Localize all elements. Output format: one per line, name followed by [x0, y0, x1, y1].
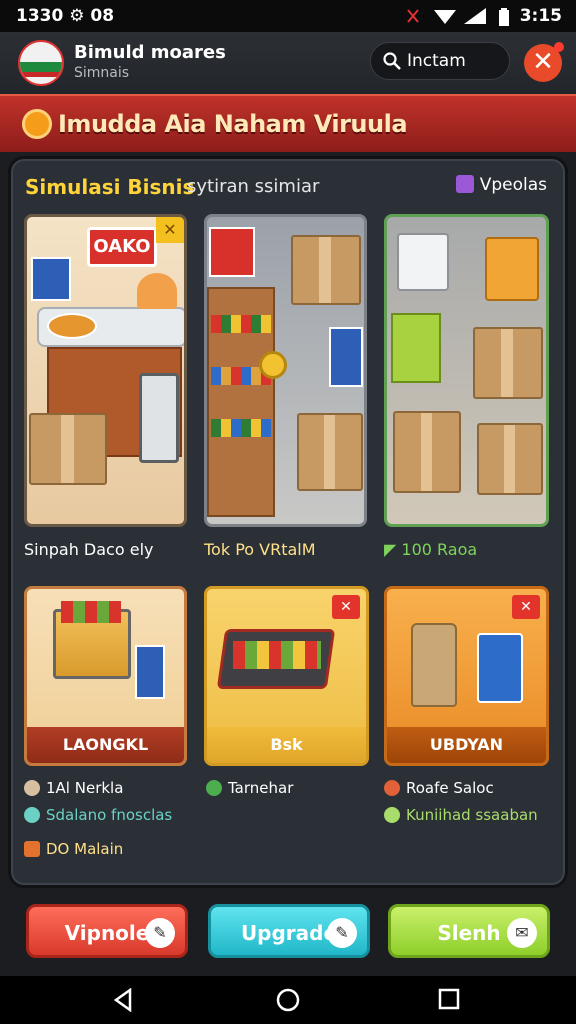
poster [329, 327, 363, 387]
edit-icon: ✎ [145, 918, 175, 948]
cardboard-box [477, 423, 543, 495]
app-subtitle: Simnais [74, 65, 130, 81]
business-card-warehouse[interactable] [384, 214, 549, 527]
app-title: Bimuld moares [74, 42, 226, 63]
mail-icon: ✉ [507, 918, 537, 948]
cereal-box [391, 313, 441, 383]
search-value: Inctam [407, 51, 466, 71]
wifi-icon [434, 10, 456, 24]
search-field[interactable]: Inctam [370, 42, 510, 80]
card-meta: Sdalano fnosclas [24, 806, 172, 824]
action-button[interactable]: Slenh ✉ [388, 904, 550, 958]
app-logo[interactable] [18, 40, 64, 86]
cube-icon [455, 175, 474, 193]
card-badge-icon[interactable]: ✕ [512, 595, 540, 619]
cardboard-box [473, 327, 543, 399]
product-bag [485, 237, 539, 301]
store-sign [209, 227, 255, 277]
card-label-store: Tok Po VRtalM [204, 540, 316, 559]
appliance [397, 233, 449, 291]
status-bar: 1330 ⚙ 08 3:15 [0, 0, 576, 32]
corner-close-icon[interactable]: ✕ [156, 217, 184, 243]
business-card-shop[interactable]: OAKO ✕ [24, 214, 187, 527]
title-banner: Imudda Aia Naham Viruula [0, 94, 576, 152]
bread-basket [137, 273, 177, 309]
upgrade-button[interactable]: Upgrade ✎ [208, 904, 370, 958]
card-meta: DO Malain [24, 840, 123, 858]
check-icon [384, 807, 400, 823]
search-icon [383, 52, 401, 70]
card-meta: Kuniihad ssaaban [384, 806, 538, 824]
tray-produce [233, 641, 321, 669]
card-meta: Tarnehar [206, 779, 293, 797]
cardboard-box [297, 413, 363, 491]
card-strip: Bsk [207, 727, 366, 763]
business-card-products[interactable]: ✕ UBDYAN [384, 586, 549, 766]
cereal-box [31, 257, 71, 301]
recents-icon[interactable] [438, 988, 460, 1010]
app-header: Bimuld moares Simnais Inctam ✕ [0, 32, 576, 94]
bag-icon [384, 780, 400, 796]
notification-dot [554, 42, 564, 52]
status-left: 1330 ⚙ 08 [16, 6, 115, 26]
banner-text: Imudda Aia Naham Viruula [58, 110, 408, 138]
card-strip: LAONGKL [27, 727, 184, 763]
shelf-products [211, 315, 271, 333]
status-time: 3:15 [519, 6, 562, 26]
business-card-store[interactable] [204, 214, 367, 527]
card-label-shop: Sinpah Daco ely [24, 540, 154, 559]
card-badge-icon[interactable]: ✕ [332, 595, 360, 619]
shop-sign: OAKO [87, 227, 157, 267]
box-icon [24, 780, 40, 796]
system-nav-bar [0, 976, 576, 1024]
product-box [135, 645, 165, 699]
app-root: 1330 ⚙ 08 3:15 Bimuld moares Simnais Inc… [0, 0, 576, 1024]
home-icon[interactable] [276, 988, 300, 1012]
card-meta: 1Al Nerkla [24, 779, 123, 797]
close-icon: ✕ [532, 47, 554, 77]
food-plate [47, 313, 97, 339]
panel-link[interactable]: Vpeolas [455, 175, 547, 195]
panel-link-label: Vpeolas [479, 175, 547, 195]
arrow-icon: ◤ [384, 540, 402, 559]
card-label-warehouse: ◤ 100 Raoa [384, 540, 478, 559]
panel-title: Simulasi Bisnis [25, 175, 195, 199]
banner-coin-icon [22, 109, 52, 139]
panel-subtitle: sytiran ssimiar [187, 176, 320, 197]
cart-produce [61, 601, 121, 623]
action-button[interactable]: Vipnole ✎ [26, 904, 188, 958]
cardboard-box [393, 411, 461, 493]
coin-icon [259, 351, 287, 379]
hammer-icon: ✎ [327, 918, 357, 948]
cardboard-box [291, 235, 361, 305]
signal-icon [464, 8, 486, 24]
cardboard-box [29, 413, 107, 485]
product-bag [411, 623, 457, 707]
tag-icon [24, 807, 40, 823]
clock-icon [206, 780, 222, 796]
back-icon[interactable] [112, 988, 134, 1012]
cup-icon [24, 841, 40, 857]
battery-icon [499, 8, 509, 26]
close-button[interactable]: ✕ [524, 42, 564, 82]
business-card-tray[interactable]: ✕ Bsk [204, 586, 369, 766]
shelf-products [211, 419, 271, 437]
card-meta: Roafe Saloc [384, 779, 494, 797]
mute-icon [407, 9, 419, 23]
product-pack [477, 633, 523, 703]
card-strip: UBDYAN [387, 727, 546, 763]
action-bar: Vipnole ✎ Upgrade ✎ Slenh ✉ [0, 896, 576, 968]
business-card-cart[interactable]: LAONGKL [24, 586, 187, 766]
kiosk-screen [139, 373, 179, 463]
